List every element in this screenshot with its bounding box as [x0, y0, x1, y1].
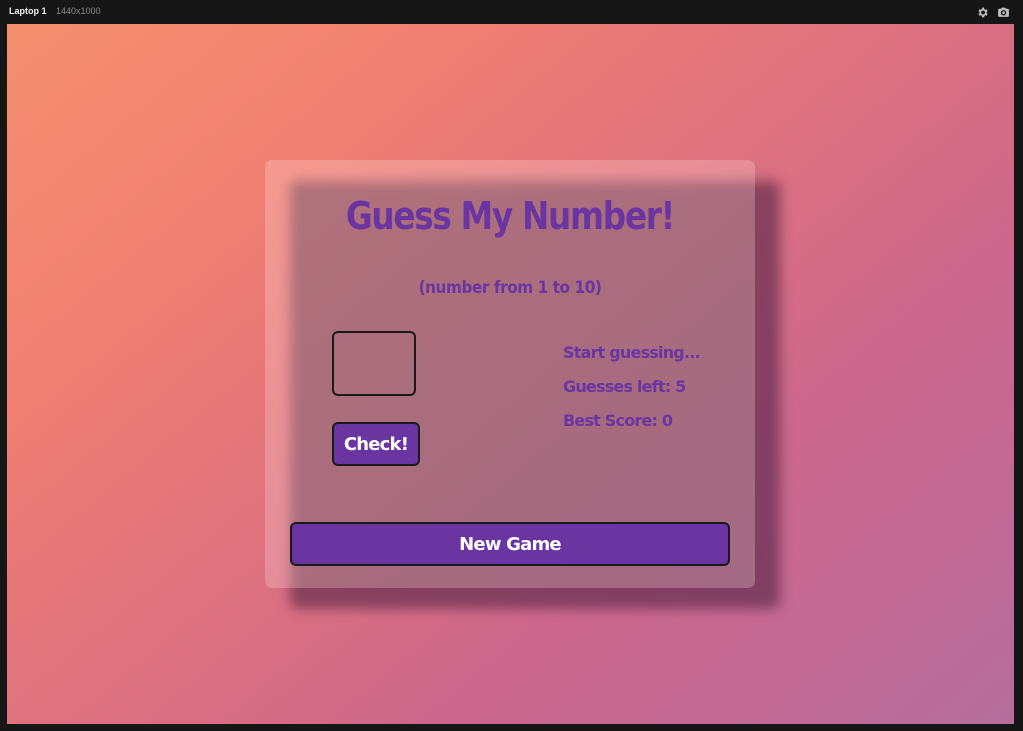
game-card: Guess My Number! (number from 1 to 10) C…: [265, 160, 755, 588]
guess-input[interactable]: [332, 331, 416, 396]
guesses-left: Guesses left: 5: [563, 377, 686, 396]
guesses-left-label: Guesses left:: [563, 377, 676, 396]
device-toolbar: Laptop 1 1440x1000: [0, 0, 1023, 24]
page-title: Guess My Number!: [345, 194, 676, 238]
gear-icon[interactable]: [976, 6, 989, 19]
range-subtitle: (number from 1 to 10): [418, 278, 602, 298]
guesses-left-value: 5: [675, 377, 686, 396]
new-game-button[interactable]: New Game: [290, 522, 730, 566]
camera-icon[interactable]: [997, 6, 1010, 19]
best-score-label: Best Score:: [563, 411, 662, 430]
status-message: Start guessing...: [563, 343, 701, 362]
app-viewport: Guess My Number! (number from 1 to 10) C…: [7, 24, 1014, 724]
device-size: 1440x1000: [56, 6, 101, 16]
best-score: Best Score: 0: [563, 411, 673, 430]
device-name: Laptop 1: [9, 6, 47, 16]
check-button[interactable]: Check!: [332, 422, 420, 466]
best-score-value: 0: [661, 411, 673, 430]
